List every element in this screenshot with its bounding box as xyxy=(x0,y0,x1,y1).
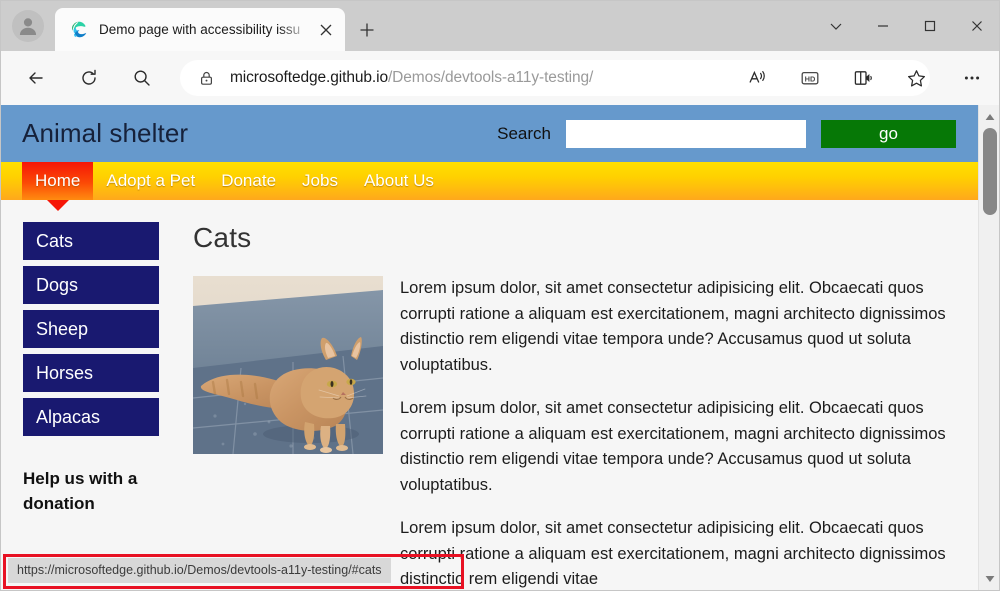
web-page: Animal shelter Search go Home Adopt a Pe… xyxy=(0,105,978,591)
svg-text:HD: HD xyxy=(805,75,816,84)
close-window-button[interactable] xyxy=(953,0,1000,51)
sidebar-item-label: Alpacas xyxy=(36,406,101,427)
paragraph: Lorem ipsum dolor, sit amet consectetur … xyxy=(400,279,946,374)
paragraph: Lorem ipsum dolor, sit amet consectetur … xyxy=(400,399,946,494)
browser-tab[interactable]: Demo page with accessibility issu xyxy=(55,8,345,51)
sidebar-item-label: Cats xyxy=(36,230,74,251)
star-icon[interactable] xyxy=(900,62,932,94)
article: Lorem ipsum dolor, sit amet consectetur … xyxy=(193,276,948,591)
site-title: Animal shelter xyxy=(22,118,189,148)
window-controls xyxy=(812,0,1000,51)
omnibox-action-icons: HD xyxy=(741,62,932,94)
site-header: Animal shelter Search go xyxy=(0,105,978,162)
sidebar-item-dogs[interactable]: Dogs xyxy=(23,266,159,304)
article-paragraphs: Lorem ipsum dolor, sit amet consectetur … xyxy=(400,276,948,591)
ellipsis-icon[interactable] xyxy=(956,62,988,94)
url-path: /Demos/devtools-a11y-testing/ xyxy=(387,69,594,86)
tab-title: Demo page with accessibility issu xyxy=(99,22,301,37)
search-label: Search xyxy=(497,123,551,143)
page-viewport: Animal shelter Search go Home Adopt a Pe… xyxy=(0,105,1000,591)
sidebar-item-label: Sheep xyxy=(36,318,89,339)
nav-item-label: About Us xyxy=(363,171,434,190)
nav-item-label: Donate xyxy=(221,171,277,190)
page-scrollbar[interactable] xyxy=(978,105,1000,591)
nav-item-home[interactable]: Home xyxy=(22,162,94,211)
immersive-reader-icon[interactable] xyxy=(847,62,879,94)
browser-window: Demo page with accessibility issu micros… xyxy=(0,0,1000,591)
profile-button[interactable] xyxy=(12,10,44,42)
url-text: microsoftedge.github.io/Demos/devtools-a… xyxy=(230,69,593,87)
read-aloud-icon[interactable] xyxy=(741,62,773,94)
url-host: microsoftedge.github.io xyxy=(230,69,388,86)
lock-icon xyxy=(196,70,216,87)
sidebar-item-horses[interactable]: Horses xyxy=(23,354,159,392)
cat-photo xyxy=(193,276,383,454)
nav-item-adopt-a-pet[interactable]: Adopt a Pet xyxy=(93,162,208,200)
sidebar-item-alpacas[interactable]: Alpacas xyxy=(23,398,159,436)
edge-logo-icon xyxy=(69,20,88,39)
page-title: Cats xyxy=(193,222,252,253)
site-nav: Home Adopt a Pet Donate Jobs About Us xyxy=(0,162,978,211)
nav-item-about-us[interactable]: About Us xyxy=(351,162,447,200)
sidebar-item-label: Horses xyxy=(36,362,94,383)
nav-item-jobs[interactable]: Jobs xyxy=(289,162,351,200)
scroll-up-icon[interactable] xyxy=(979,107,1000,127)
main-content: Cats Lorem ipsum dolor, sit amet consect… xyxy=(178,222,978,591)
search-input[interactable] xyxy=(566,119,806,148)
search-icon[interactable] xyxy=(126,62,158,94)
back-button[interactable] xyxy=(20,62,52,94)
title-bar: Demo page with accessibility issu xyxy=(0,0,1000,51)
person-avatar-icon xyxy=(16,14,40,38)
new-tab-button[interactable] xyxy=(352,15,382,45)
nav-item-label: Home xyxy=(35,171,81,190)
tab-actions-button[interactable] xyxy=(812,0,859,51)
page-content: Cats Dogs Sheep Horses Alpacas Help us w… xyxy=(0,200,978,591)
donation-heading: Help us with a donation xyxy=(23,469,138,513)
hd-badge-icon[interactable]: HD xyxy=(794,62,826,94)
minimize-button[interactable] xyxy=(859,0,906,51)
sidebar-item-sheep[interactable]: Sheep xyxy=(23,310,159,348)
go-button[interactable]: go xyxy=(821,119,956,148)
nav-item-donate[interactable]: Donate xyxy=(208,162,289,200)
nav-item-label: Jobs xyxy=(302,171,338,190)
scroll-down-icon[interactable] xyxy=(979,569,1000,589)
nav-item-label: Adopt a Pet xyxy=(106,171,196,190)
maximize-button[interactable] xyxy=(906,0,953,51)
reload-button[interactable] xyxy=(73,62,105,94)
close-icon[interactable] xyxy=(313,17,339,43)
site-search: Search go xyxy=(497,105,956,162)
sidebar-item-label: Dogs xyxy=(36,274,79,295)
sidebar-item-cats[interactable]: Cats xyxy=(23,222,159,260)
paragraph: Lorem ipsum dolor, sit amet consectetur … xyxy=(400,519,946,588)
sidebar: Cats Dogs Sheep Horses Alpacas Help us w… xyxy=(0,222,178,591)
status-bar: https://microsoftedge.github.io/Demos/de… xyxy=(8,558,391,583)
scrollbar-thumb[interactable] xyxy=(983,128,997,215)
